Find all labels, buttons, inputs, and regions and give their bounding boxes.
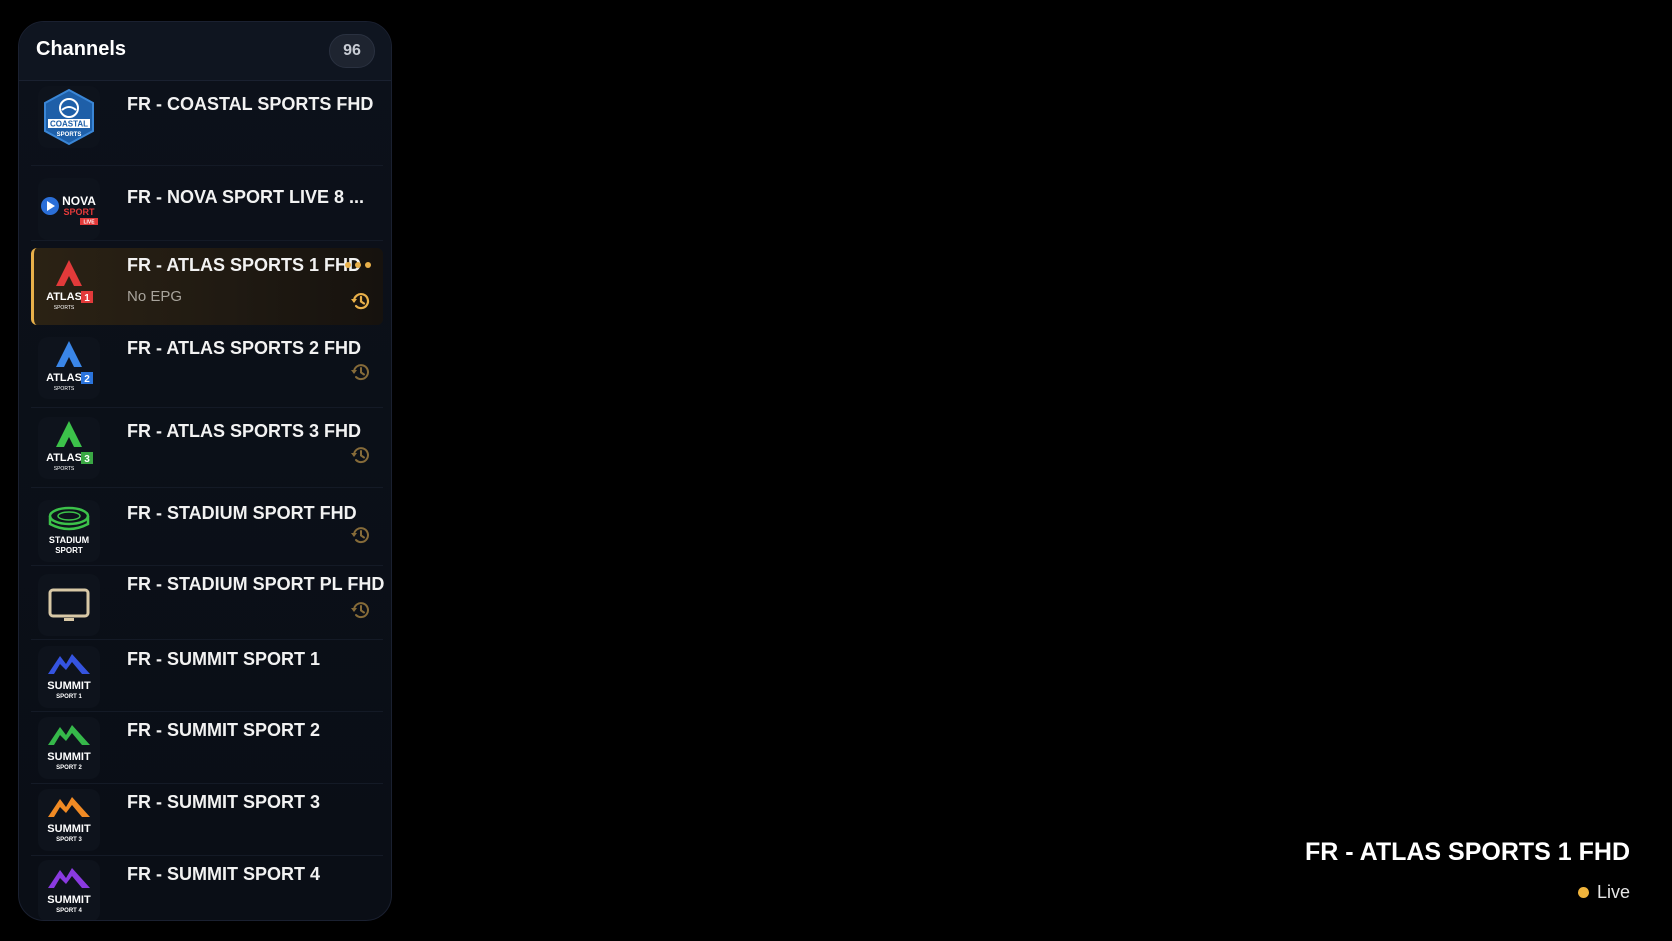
nova-sport-logo: NOVA SPORT LIVE [38,178,100,240]
summit-sport-2-logo: SUMMIT SPORT 2 [38,717,100,779]
panel-title: Channels [36,38,127,60]
catchup-history-icon[interactable] [349,598,373,622]
channel-name: FR - SUMMIT SPORT 1 [127,649,320,669]
svg-text:ATLAS: ATLAS [46,372,82,384]
channel-name: FR - ATLAS SPORTS 2 FHD [127,338,361,358]
svg-text:STADIUM: STADIUM [49,535,89,545]
svg-text:ATLAS: ATLAS [46,452,82,464]
channel-row-stadium-sport-pl[interactable]: FR - STADIUM SPORT PL FHD [31,566,385,640]
channel-row-atlas-sports-1[interactable]: ATLAS 1 SPORTS FR - ATLAS SPORTS 1 FHD N… [31,248,383,325]
channel-name: FR - ATLAS SPORTS 3 FHD [127,421,361,441]
svg-text:2: 2 [84,374,90,385]
tv-icon [38,574,100,636]
svg-text:SPORT 1: SPORT 1 [56,694,82,700]
channel-row-summit-sport-1[interactable]: SUMMIT SPORT 1 FR - SUMMIT SPORT 1 [31,640,383,712]
panel-header: Channels 96 [19,22,391,81]
svg-text:SPORTS: SPORTS [54,466,75,472]
svg-text:1: 1 [84,293,90,304]
coastal-sports-logo: COASTAL SPORTS [38,86,100,148]
svg-text:SUMMIT: SUMMIT [47,894,91,906]
svg-text:3: 3 [84,454,90,465]
svg-text:SPORT: SPORT [55,546,83,555]
channel-row-stadium-sport[interactable]: STADIUM SPORT FR - STADIUM SPORT FHD [31,488,383,566]
summit-sport-4-logo: SUMMIT SPORT 4 [38,860,100,920]
catchup-history-icon[interactable] [349,360,373,384]
svg-text:SPORT 2: SPORT 2 [56,765,82,771]
channel-row-summit-sport-2[interactable]: SUMMIT SPORT 2 FR - SUMMIT SPORT 2 [31,712,383,784]
atlas-sports-1-logo: ATLAS 1 SPORTS [38,256,100,318]
channel-list[interactable]: COASTAL SPORTS FR - COASTAL SPORTS FHD N… [19,80,391,920]
svg-text:COASTAL: COASTAL [50,120,88,129]
summit-sport-3-logo: SUMMIT SPORT 3 [38,789,100,851]
channel-count-badge: 96 [329,34,375,68]
svg-text:SUMMIT: SUMMIT [47,751,91,763]
svg-text:SPORTS: SPORTS [54,305,75,311]
channel-name: FR - SUMMIT SPORT 3 [127,792,320,812]
svg-text:SPORTS: SPORTS [57,132,82,138]
channel-name: FR - NOVA SPORT LIVE 8 ... [127,187,365,207]
svg-text:SPORT 3: SPORT 3 [56,837,82,843]
channel-name: FR - STADIUM SPORT FHD [127,503,357,523]
channel-name: FR - SUMMIT SPORT 2 [127,720,320,740]
channel-row-coastal-sports[interactable]: COASTAL SPORTS FR - COASTAL SPORTS FHD [31,80,383,166]
svg-text:SUMMIT: SUMMIT [47,823,91,835]
stadium-sport-logo: STADIUM SPORT [38,500,100,562]
svg-text:ATLAS: ATLAS [46,291,82,303]
live-label: Live [1596,882,1630,902]
channel-row-atlas-sports-2[interactable]: ATLAS 2 SPORTS FR - ATLAS SPORTS 2 FHD [31,328,383,408]
svg-text:SUMMIT: SUMMIT [47,680,91,692]
channel-name: FR - ATLAS SPORTS 1 FHD [127,255,361,275]
more-options-icon[interactable] [343,258,373,272]
catchup-history-icon[interactable] [349,443,373,467]
channel-row-summit-sport-4[interactable]: SUMMIT SPORT 4 FR - SUMMIT SPORT 4 [31,856,383,920]
summit-sport-1-logo: SUMMIT SPORT 1 [38,646,100,708]
svg-text:SPORTS: SPORTS [54,386,75,392]
channel-name: FR - SUMMIT SPORT 4 [127,864,320,884]
svg-text:SPORT: SPORT [63,207,95,217]
channel-row-atlas-sports-3[interactable]: ATLAS 3 SPORTS FR - ATLAS SPORTS 3 FHD [31,408,383,488]
channel-row-nova-sport[interactable]: NOVA SPORT LIVE FR - NOVA SPORT LIVE 8 .… [31,166,383,241]
svg-text:LIVE: LIVE [83,220,95,226]
channel-name: FR - STADIUM SPORT PL FHD [127,574,385,594]
channel-row-summit-sport-3[interactable]: SUMMIT SPORT 3 FR - SUMMIT SPORT 3 [31,784,383,856]
epg-status: No EPG [127,288,183,305]
catchup-history-icon[interactable] [349,523,373,547]
atlas-sports-3-logo: ATLAS 3 SPORTS [38,417,100,479]
atlas-sports-2-logo: ATLAS 2 SPORTS [38,337,100,399]
svg-text:NOVA: NOVA [62,194,96,208]
catchup-history-icon[interactable] [349,289,373,313]
live-status: Live [1577,882,1630,903]
svg-text:SPORT 4: SPORT 4 [56,908,82,914]
channel-list-panel: Channels 96 COASTAL SPORTS FR - COASTAL … [18,21,392,921]
channel-name: FR - COASTAL SPORTS FHD [127,94,374,114]
live-dot-icon [1577,887,1589,898]
now-playing-title: FR - ATLAS SPORTS 1 FHD [1305,838,1630,866]
